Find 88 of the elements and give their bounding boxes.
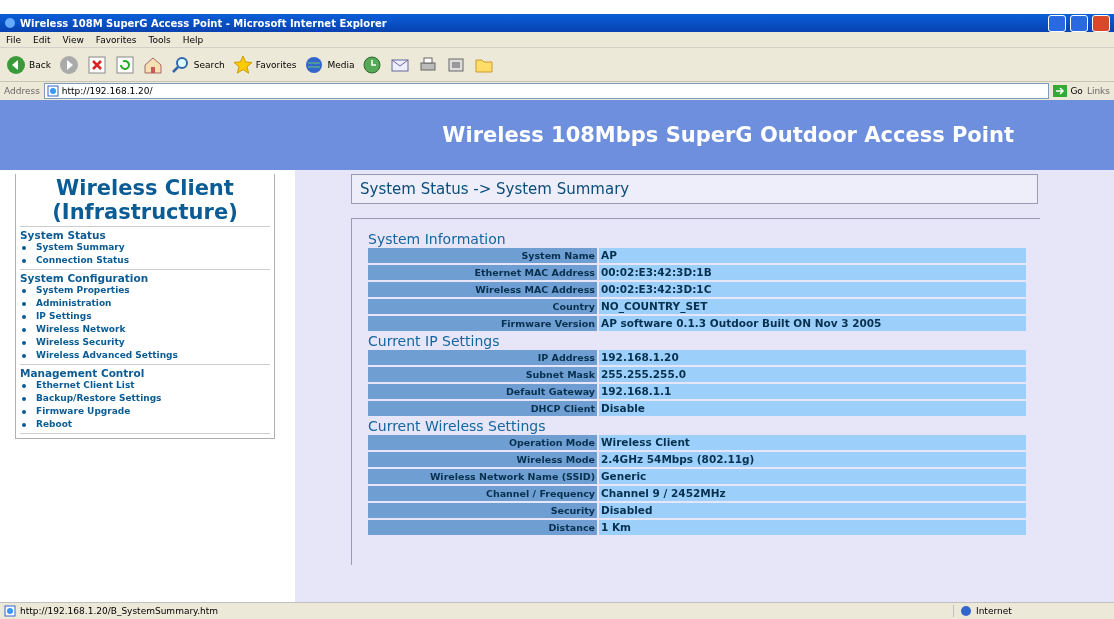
browser-icon: [4, 17, 16, 29]
forward-icon: [58, 54, 79, 75]
banner-title: Wireless 108Mbps SuperG Outdoor Access Point: [442, 123, 1014, 147]
window-title: Wireless 108M SuperG Access Point - Microsoft Internet Explorer: [20, 17, 388, 29]
field-label: Default Gateway: [368, 384, 597, 399]
section-heading: Management Control: [20, 367, 146, 379]
field-label: DHCP Client: [368, 401, 597, 416]
status-url: http://192.168.1.20/B_SystemSummary.htm: [20, 606, 220, 616]
field-value: 2.4GHz 54Mbps (802.11g): [599, 452, 1026, 467]
menu-item[interactable]: Help: [182, 34, 204, 45]
sidebar-link[interactable]: Backup/Restore Settings: [20, 392, 270, 405]
clock-icon: [362, 54, 383, 75]
field-label: Distance: [368, 520, 597, 535]
field-value: 255.255.255.0: [599, 367, 1026, 382]
toolbar-button[interactable]: Media: [304, 54, 355, 75]
toolbar-button[interactable]: [114, 54, 135, 75]
field-label: Security: [368, 503, 597, 518]
address-field[interactable]: http://192.168.1.20/: [43, 83, 1050, 99]
sidebar-link[interactable]: IP Settings: [20, 310, 270, 323]
field-value: 192.168.1.20: [599, 350, 1026, 365]
field-value: Disable: [599, 401, 1026, 416]
field-value: 00:02:E3:42:3D:1C: [599, 282, 1026, 297]
field-value: 192.168.1.1: [599, 384, 1026, 399]
toolbar-button[interactable]: [362, 54, 383, 75]
toolbar-button[interactable]: [58, 54, 79, 75]
sidebar-link[interactable]: Reboot: [20, 418, 270, 431]
field-label: IP Address: [368, 350, 597, 365]
go-button[interactable]: Go: [1053, 85, 1083, 97]
toolbar-button[interactable]: Search: [170, 54, 225, 75]
globe-icon: [960, 605, 972, 617]
field-value: Wireless Client: [599, 435, 1026, 450]
zone-label: Internet: [976, 606, 1012, 616]
field-value: AP software 0.1.3 Outdoor Built ON Nov 3 2005: [599, 316, 1026, 331]
star-icon: [232, 54, 253, 75]
sidebar-link[interactable]: Wireless Security: [20, 336, 270, 349]
field-value: Disabled: [599, 503, 1026, 518]
page-icon: [4, 605, 16, 617]
menu-item[interactable]: Tools: [148, 34, 171, 45]
sidebar-link[interactable]: System Properties: [20, 284, 270, 297]
field-label: Wireless MAC Address: [368, 282, 597, 297]
menu-item[interactable]: Edit: [33, 34, 51, 45]
back-icon: [6, 54, 26, 75]
stop-icon: [86, 54, 107, 75]
toolbar-button[interactable]: [86, 54, 107, 75]
field-label: Wireless Mode: [368, 452, 597, 467]
toolbar-button[interactable]: Favorites: [232, 54, 297, 75]
field-label: Ethernet MAC Address: [368, 265, 597, 280]
group-title: Current IP Settings: [368, 333, 501, 350]
sidebar-link[interactable]: Wireless Advanced Settings: [20, 349, 270, 362]
globe-icon: [304, 54, 325, 75]
field-label: Wireless Network Name (SSID): [368, 469, 597, 484]
menu-item[interactable]: File: [6, 34, 22, 45]
field-value: 1 Km: [599, 520, 1026, 535]
links-button[interactable]: Links: [1086, 86, 1110, 96]
sidebar-link[interactable]: Firmware Upgrade: [20, 405, 270, 418]
arrow-icon: [1053, 85, 1068, 97]
menu-item[interactable]: View: [62, 34, 84, 45]
field-value: NO_COUNTRY_SET: [599, 299, 1026, 314]
field-label: Subnet Mask: [368, 367, 597, 382]
sidebar-title: Wireless Client (Infrastructure): [20, 176, 270, 227]
field-label: Operation Mode: [368, 435, 597, 450]
maximize-button[interactable]: [1070, 14, 1088, 32]
close-button[interactable]: [1092, 14, 1110, 32]
field-label: Channel / Frequency: [368, 486, 597, 501]
sidebar-link[interactable]: System Summary: [20, 241, 270, 254]
menu-item[interactable]: Favorites: [95, 34, 137, 45]
field-value: Generic: [599, 469, 1026, 484]
field-value: 00:02:E3:42:3D:1B: [599, 265, 1026, 280]
field-value: Channel 9 / 2452MHz: [599, 486, 1026, 501]
refresh-icon: [114, 54, 135, 75]
field-label: Firmware Version: [368, 316, 597, 331]
sidebar-link[interactable]: Administration: [20, 297, 270, 310]
breadcrumb: System Status -> System Summary: [351, 174, 1038, 204]
group-title: Current Wireless Settings: [368, 418, 547, 435]
toolbar-button[interactable]: Back: [6, 54, 51, 75]
sidebar-link[interactable]: Connection Status: [20, 254, 270, 267]
sidebar-link[interactable]: Wireless Network: [20, 323, 270, 336]
group-title: System Information: [368, 231, 507, 248]
page-icon: [46, 85, 59, 97]
search-icon: [170, 54, 191, 75]
address-label: Address: [4, 86, 40, 96]
field-value: AP: [599, 248, 1026, 263]
field-label: Country: [368, 299, 597, 314]
section-heading: System Status: [20, 229, 107, 241]
field-label: System Name: [368, 248, 597, 263]
section-heading: System Configuration: [20, 272, 150, 284]
minimize-button[interactable]: [1048, 14, 1066, 32]
sidebar-link[interactable]: Ethernet Client List: [20, 379, 270, 392]
